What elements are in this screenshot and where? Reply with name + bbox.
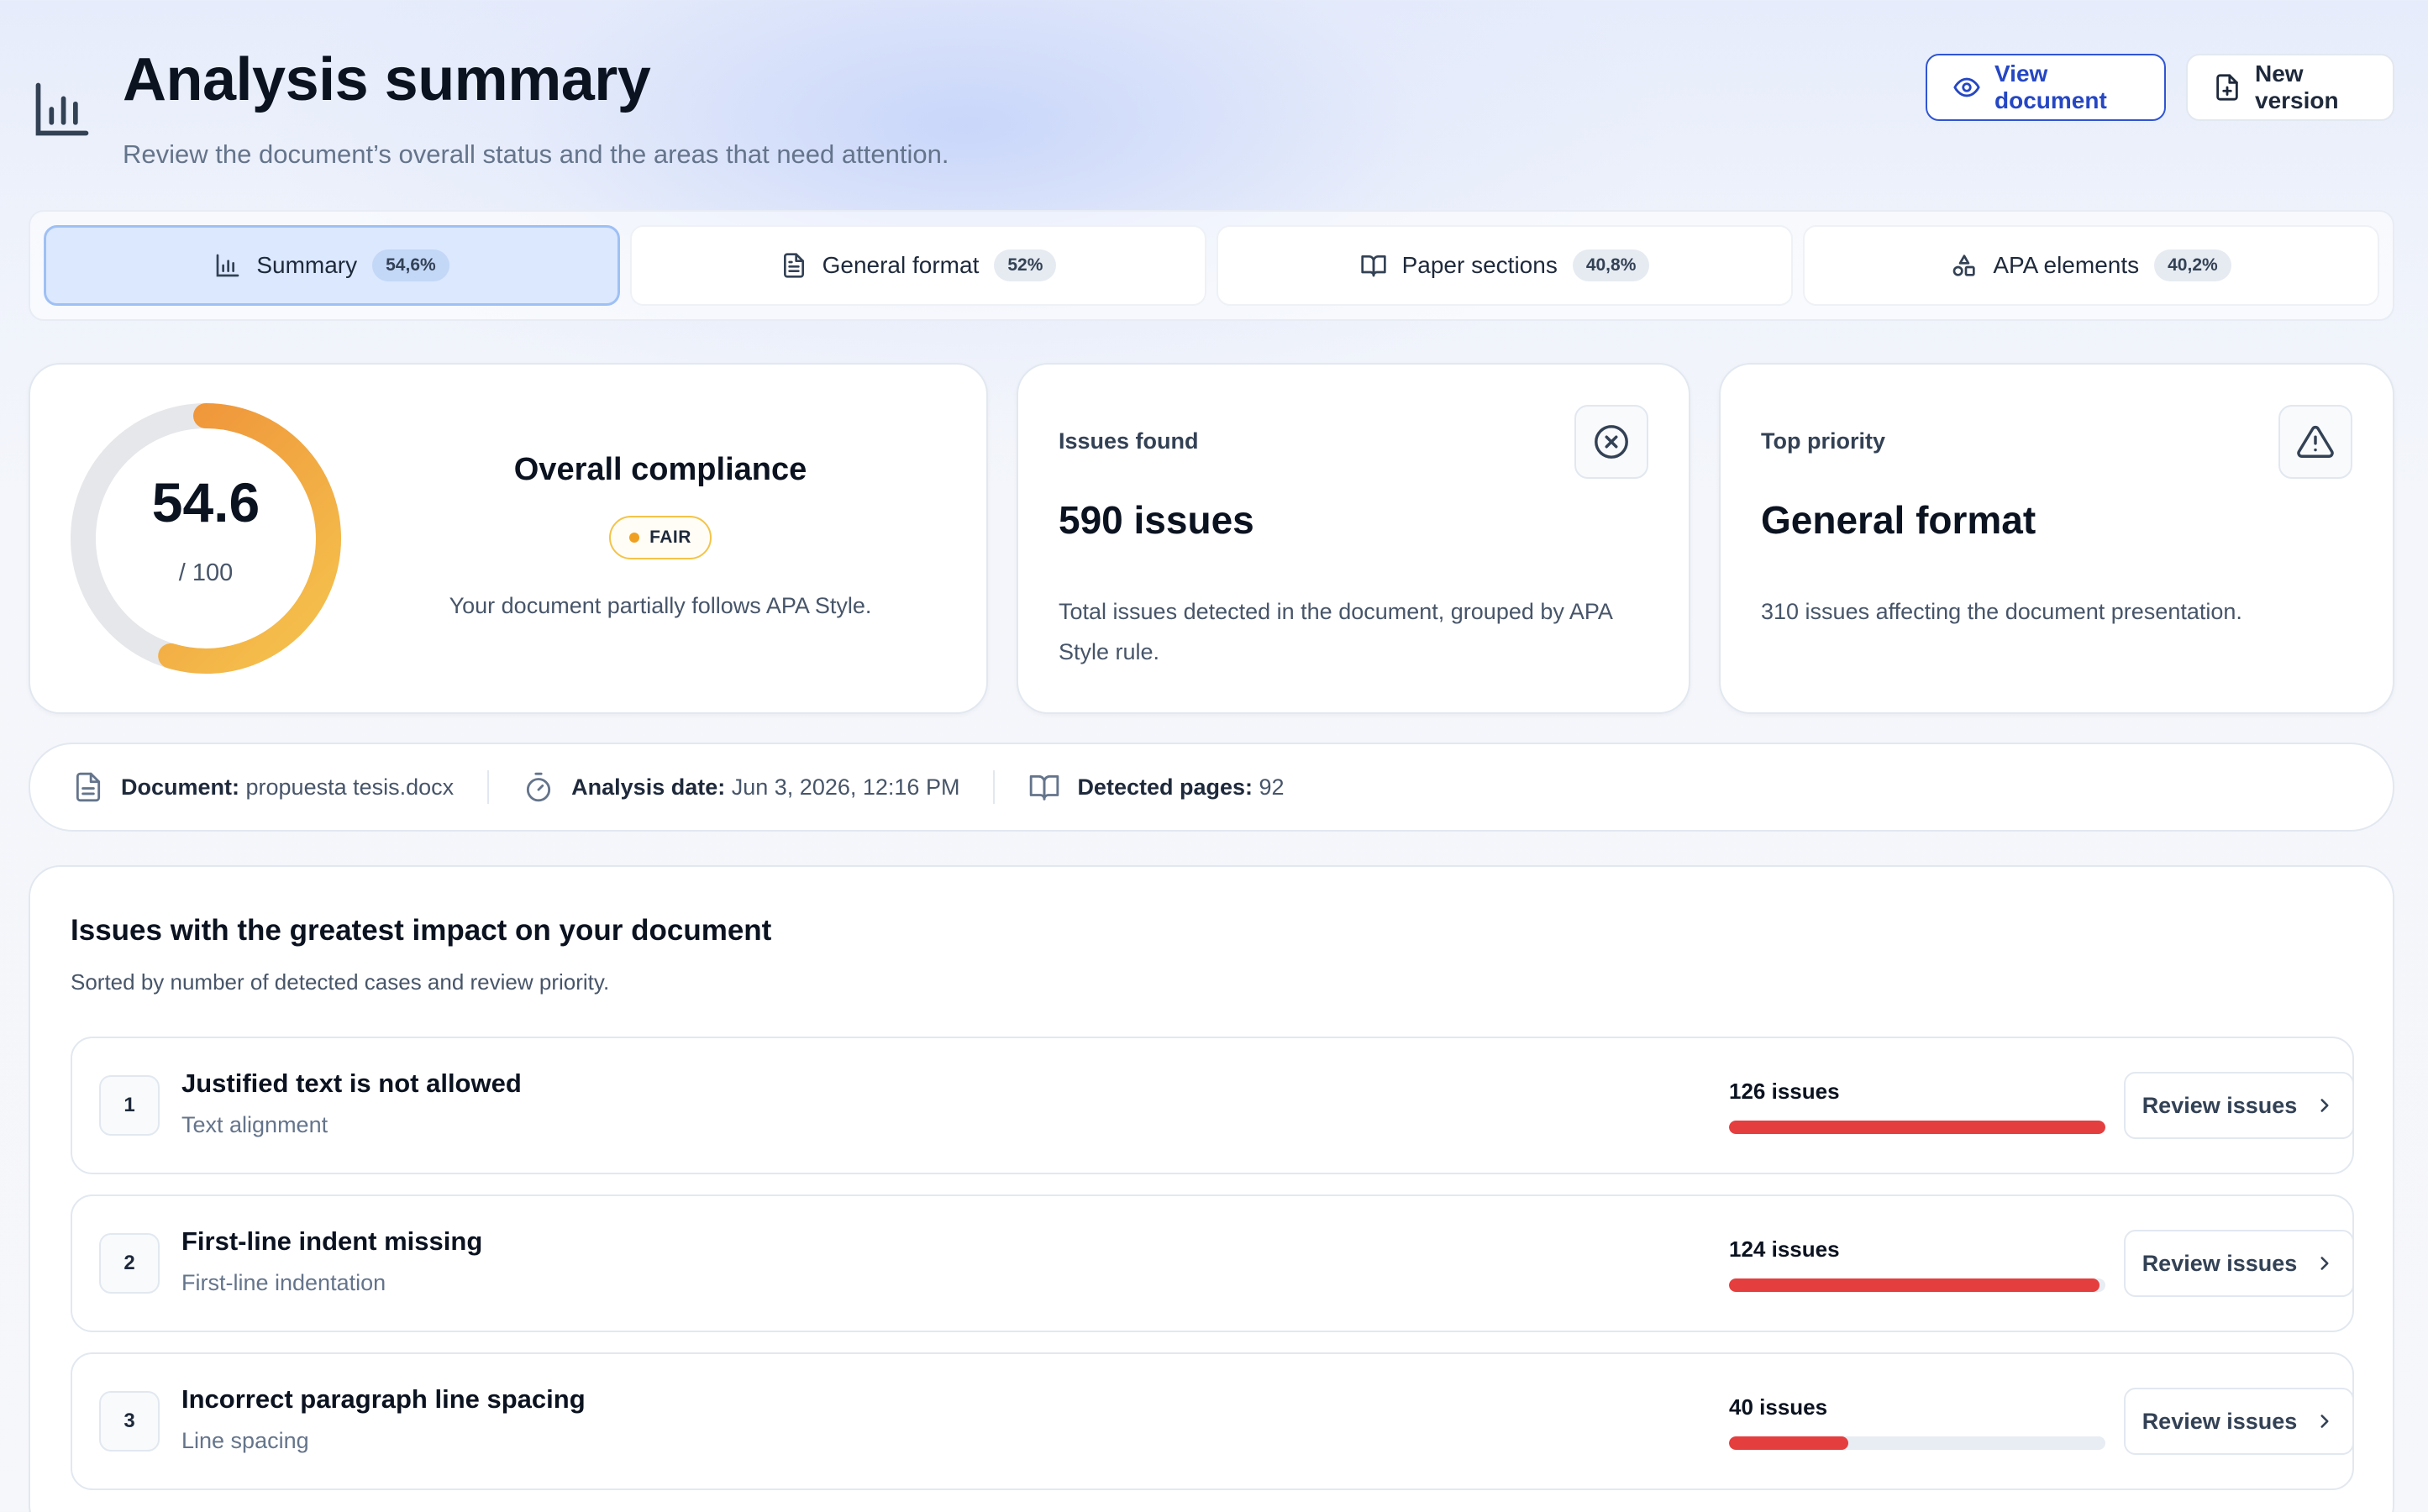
review-issues-button[interactable]: Review issues [2124,1072,2354,1139]
meta-date: Analysis date: Jun 3, 2026, 12:16 PM [523,771,959,803]
page-subtitle: Review the document’s overall status and… [123,139,949,169]
file-text-icon [783,253,804,278]
analysis-summary-page: Analysis summary Review the document’s o… [0,0,2428,1512]
issue-rank: 3 [99,1391,160,1452]
issue-category: Text alignment [181,1112,328,1137]
status-badge-label: FAIR [649,528,691,547]
issue-bar-track [1729,1436,2105,1450]
tab-label: Paper sections [1401,252,1558,278]
file-plus-icon [2216,74,2238,101]
top-priority-card: Top priority General format 310 issues a… [1719,363,2394,714]
issue-title: Incorrect paragraph line spacing [181,1384,586,1414]
issue-bar-track [1729,1278,2105,1292]
page-title: Analysis summary [123,46,651,113]
meta-date-label: Analysis date: [571,774,726,800]
issues-found-card: Issues found 590 issues Total issues det… [1017,363,1690,714]
issue-count: 40 issues [1729,1394,1828,1420]
review-issues-button[interactable]: Review issues [2124,1230,2354,1297]
impact-subtitle: Sorted by number of detected cases and r… [71,969,610,995]
issue-bar-fill [1729,1436,1849,1450]
issue-row: 1 Justified text is not allowed Text ali… [71,1037,2354,1174]
issues-found-description: Total issues detected in the document, g… [1059,599,1612,664]
meta-pages-label: Detected pages: [1077,774,1253,800]
compliance-donut [71,403,341,674]
meta-document: Document: propuesta tesis.docx [72,771,454,803]
bar-chart-icon [35,82,89,136]
document-meta-bar: Document: propuesta tesis.docx Analysis … [29,743,2394,832]
meta-document-value: propuesta tesis.docx [245,774,455,800]
tab-badge: 54,6% [372,249,449,281]
review-issues-label: Review issues [2142,1250,2298,1276]
tab-badge: 40,8% [1572,249,1650,281]
section-tabs: Summary 54,6% General format 52% Paper s… [29,210,2394,321]
view-document-button[interactable]: View document [1926,54,2166,121]
shapes-icon [1952,255,1975,276]
issue-title: Justified text is not allowed [181,1068,522,1098]
top-priority-description: 310 issues affecting the document presen… [1761,599,2242,624]
issue-title: First-line indent missing [181,1226,483,1256]
issues-found-value: 590 issues [1059,498,1254,542]
chevron-right-icon [2320,1099,2329,1112]
issue-count: 124 issues [1729,1236,1840,1262]
tab-label: APA elements [1993,252,2140,278]
compliance-description: Your document partially follows APA Styl… [449,593,872,618]
x-circle-icon [1595,425,1628,459]
issue-bar-fill [1729,1121,2105,1134]
compliance-score: 54.6 [151,471,260,533]
meta-document-label: Document: [121,774,239,800]
warning-triangle-icon [2297,426,2334,458]
timer-icon [527,772,551,802]
status-dot [629,533,640,543]
issues-icon-box [1574,405,1648,479]
issue-bar-track [1729,1121,2105,1134]
issue-rank: 2 [99,1233,160,1294]
new-version-label: New version [2255,60,2339,113]
overall-compliance-card: 54.6 / 100 Overall compliance FAIR Your … [29,363,988,714]
top-priority-label: Top priority [1761,428,1885,454]
meta-pages-value: 92 [1259,774,1285,800]
new-version-button[interactable]: New version [2186,54,2394,121]
review-issues-label: Review issues [2142,1092,2298,1118]
book-open-icon [1360,255,1386,277]
tab-badge: 52% [994,249,1057,281]
issues-found-label: Issues found [1059,428,1199,454]
file-text-icon [76,772,101,802]
status-badge: FAIR [609,516,712,559]
tab-apa-elements[interactable]: APA elements 40,2% [1803,225,2379,306]
top-priority-value: General format [1761,498,2036,542]
review-issues-button[interactable]: Review issues [2124,1388,2354,1455]
chevron-right-icon [2320,1415,2329,1428]
tab-label: Summary [256,252,358,278]
bar-chart-icon [216,254,239,277]
view-document-label: View document [1994,60,2107,113]
tab-badge: 40,2% [2154,249,2231,281]
issue-count: 126 issues [1729,1079,1840,1104]
issue-row: 3 Incorrect paragraph line spacing Line … [71,1352,2354,1490]
issue-row: 2 First-line indent missing First-line i… [71,1194,2354,1332]
issue-bar-fill [1729,1278,2100,1292]
tab-paper-sections[interactable]: Paper sections 40,8% [1217,225,1793,306]
tab-summary[interactable]: Summary 54,6% [44,225,620,306]
issue-category: First-line indentation [181,1270,386,1295]
chevron-right-icon [2320,1257,2329,1270]
issue-category: Line spacing [181,1428,309,1453]
meta-pages: Detected pages: 92 [1028,771,1285,803]
tab-general-format[interactable]: General format 52% [630,225,1206,306]
tab-label: General format [822,252,980,278]
priority-icon-box [2278,405,2352,479]
impact-issues-panel: Issues with the greatest impact on your … [29,865,2394,1512]
impact-title: Issues with the greatest impact on your … [71,914,772,947]
eye-icon [1953,77,1980,97]
meta-date-value: Jun 3, 2026, 12:16 PM [731,774,960,800]
compliance-title: Overall compliance [513,452,807,487]
compliance-max: / 100 [178,559,234,586]
issue-rank: 1 [99,1075,160,1136]
review-issues-label: Review issues [2142,1408,2298,1434]
book-open-icon [1030,774,1059,801]
